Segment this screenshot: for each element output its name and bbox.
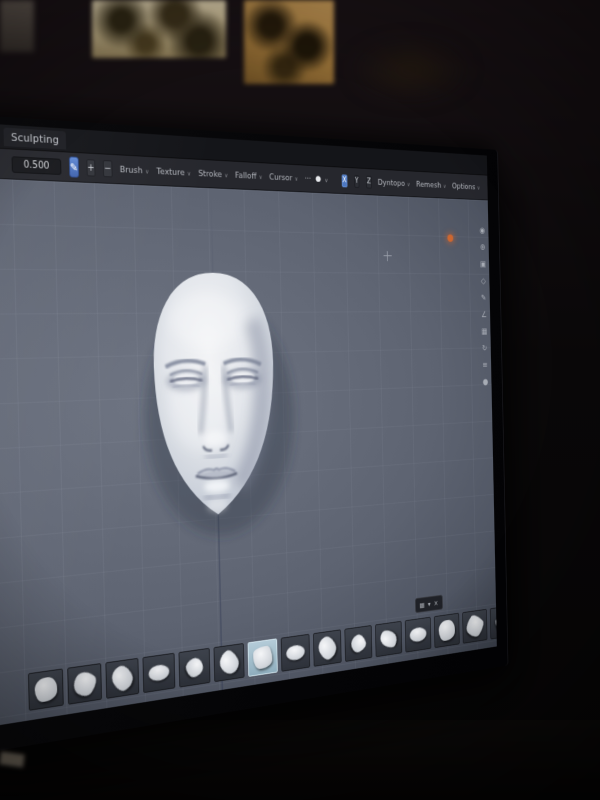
- monitor: Sculpting 0.500 ✎ + − Brush ∨ Texture ∨: [0, 111, 508, 760]
- photo-of-monitor: Sculpting 0.500 ✎ + − Brush ∨ Texture ∨: [0, 0, 600, 800]
- panel-options-button[interactable]: Options ∨: [452, 181, 480, 191]
- menu-falloff[interactable]: Falloff ∨: [235, 170, 263, 181]
- window-light-corner: [0, 0, 34, 52]
- brush-thumbnail[interactable]: [105, 658, 139, 699]
- brush-thumbnail[interactable]: [434, 613, 460, 648]
- active-tool-marker-icon: [447, 234, 453, 241]
- panel-dyntopo-button[interactable]: Dyntopo ∨: [378, 178, 411, 189]
- orbit-icon[interactable]: ↻: [482, 345, 487, 353]
- brush-preview-icon: [349, 632, 367, 655]
- chevron-down-icon: ∨: [325, 177, 329, 184]
- panel-options-label: Options: [452, 181, 475, 191]
- collapse-icon[interactable]: ▾: [428, 600, 431, 608]
- brush-preview-icon: [439, 619, 456, 642]
- menu-brush-label: Brush: [120, 164, 143, 175]
- brush-preview-icon: [216, 647, 241, 678]
- brush-preview-icon: [408, 627, 428, 642]
- radius-decrease-button[interactable]: −: [103, 160, 112, 177]
- brush-preview-icon: [378, 628, 399, 651]
- toggle-overlays-icon[interactable]: ◇: [481, 278, 486, 286]
- menu-texture[interactable]: Texture ∨: [156, 166, 191, 178]
- overflow-dots-icon[interactable]: ⋯: [305, 174, 312, 183]
- workspace-tab-sculpting[interactable]: Sculpting: [3, 127, 66, 149]
- brush-thumbnail[interactable]: [67, 663, 102, 705]
- chevron-down-icon: ∨: [145, 168, 149, 176]
- chevron-down-icon: ∨: [224, 172, 228, 179]
- measure-icon[interactable]: ∠: [481, 311, 487, 319]
- brush-preview-icon: [109, 662, 137, 694]
- menu-cursor[interactable]: Cursor ∨: [269, 172, 298, 183]
- brush-thumbnail[interactable]: [462, 609, 487, 644]
- menu-stroke[interactable]: Stroke ∨: [198, 168, 228, 179]
- brush-preview-icon: [494, 612, 497, 633]
- brush-thumbnail[interactable]: [142, 653, 175, 693]
- shading-sphere-icon[interactable]: ●: [315, 175, 321, 184]
- 3d-viewport[interactable]: ◉ ⊕ ▣ ◇ ✎ ∠ ▦ ↻ ≡ ● ▦ ▾ ×: [0, 176, 497, 735]
- radius-increase-button[interactable]: +: [86, 159, 95, 176]
- annotate-icon[interactable]: ✎: [481, 295, 486, 303]
- brush-preview-icon: [253, 645, 272, 670]
- menu-stroke-label: Stroke: [198, 168, 222, 179]
- camera-view-icon[interactable]: ▣: [480, 261, 486, 269]
- chevron-down-icon: ∨: [477, 185, 480, 192]
- dot-icon[interactable]: ●: [483, 379, 489, 387]
- symmetry-y-button[interactable]: Y: [354, 175, 359, 188]
- active-brush-button[interactable]: ✎: [69, 156, 79, 177]
- brush-thumbnail[interactable]: [214, 643, 245, 682]
- chevron-down-icon: ∨: [187, 170, 191, 177]
- brush-preview-icon: [316, 633, 339, 663]
- panel-remesh-label: Remesh: [416, 180, 441, 190]
- menu-cursor-label: Cursor: [269, 172, 292, 183]
- panel-remesh-button[interactable]: Remesh ∨: [416, 180, 446, 191]
- brush-thumbnail[interactable]: [344, 625, 372, 662]
- chevron-down-icon: ∨: [259, 174, 263, 181]
- zoom-icon[interactable]: ⊕: [480, 244, 485, 252]
- brush-thumbnail[interactable]: [405, 617, 431, 653]
- grid-icon[interactable]: ▦: [420, 601, 425, 609]
- brush-thumbnail-selected[interactable]: [248, 638, 278, 677]
- brush-preview-icon: [147, 664, 172, 681]
- options-icon[interactable]: ≡: [482, 362, 487, 370]
- brush-preview-icon: [284, 645, 306, 661]
- grid-icon[interactable]: ▦: [481, 328, 487, 336]
- menu-brush[interactable]: Brush ∨: [120, 164, 150, 176]
- brush-preview-icon: [184, 655, 205, 680]
- blender-window: Sculpting 0.500 ✎ + − Brush ∨ Texture ∨: [0, 120, 497, 735]
- sculpted-head-mesh: [118, 266, 311, 558]
- brush-preview-icon: [464, 612, 486, 640]
- brush-radius-field[interactable]: 0.500: [12, 156, 62, 175]
- wall-reflection: [350, 40, 470, 100]
- brush-thumbnail[interactable]: [490, 605, 497, 639]
- close-icon[interactable]: ×: [434, 599, 439, 607]
- window-light-left: [92, 0, 226, 58]
- chevron-down-icon: ∨: [407, 181, 410, 188]
- gizmo-icon[interactable]: ◉: [480, 227, 486, 235]
- brush-thumbnail[interactable]: [375, 621, 402, 657]
- menu-texture-label: Texture: [156, 166, 184, 177]
- menu-falloff-label: Falloff: [235, 170, 257, 181]
- brush-preview-icon: [34, 676, 57, 703]
- brush-thumbnail[interactable]: [28, 668, 64, 710]
- header-overflow-group: ⋯ ● ∨: [305, 174, 329, 184]
- brush-thumbnail[interactable]: [313, 629, 342, 666]
- chevron-down-icon: ∨: [294, 175, 298, 182]
- brush-preview-icon: [69, 667, 100, 700]
- symmetry-x-button[interactable]: X: [342, 174, 348, 187]
- 3d-cursor-icon: [383, 251, 391, 261]
- chevron-down-icon: ∨: [443, 183, 446, 190]
- brush-thumbnail[interactable]: [281, 634, 310, 672]
- window-light-right: [244, 0, 334, 84]
- brush-thumbnail[interactable]: [179, 648, 211, 688]
- symmetry-z-button[interactable]: Z: [366, 175, 372, 188]
- panel-dyntopo-label: Dyntopo: [378, 178, 405, 189]
- brush-icon: ✎: [70, 161, 78, 174]
